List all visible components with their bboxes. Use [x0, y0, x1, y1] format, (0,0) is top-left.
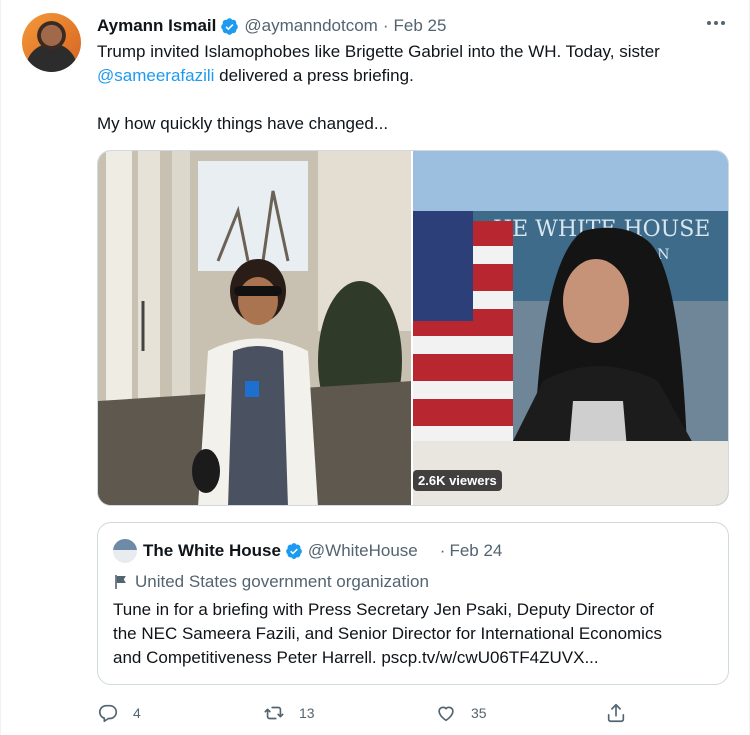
quoted-author-handle: @WhiteHouse	[307, 541, 418, 560]
viewers-badge: 2.6K viewers	[413, 470, 502, 491]
photo-press-briefing[interactable]: HE WHITE HOUSE NGTON 2.6K viewers	[413, 151, 728, 505]
tweet-text-line-2: @sameerafazili delivered a press briefin…	[97, 64, 737, 88]
government-label-text: United States government organization	[135, 572, 429, 591]
quoted-text-line-2: the NEC Sameera Fazili, and Senior Direc…	[113, 624, 662, 643]
quoted-author-avatar	[113, 539, 137, 563]
header-separator: ·	[382, 16, 389, 35]
retweet-count: 13	[299, 705, 315, 721]
author-avatar[interactable]	[22, 13, 81, 72]
retweet-icon	[264, 706, 284, 720]
quoted-header: The White House @WhiteHouse · Feb 24	[113, 539, 503, 563]
reply-count: 4	[133, 705, 141, 721]
like-count: 35	[471, 705, 487, 721]
quoted-tweet[interactable]: The White House @WhiteHouse · Feb 24 Uni…	[97, 522, 729, 685]
tweet-text: Trump invited Islamophobes like Brigette…	[97, 40, 737, 136]
quoted-author-name: The White House	[143, 541, 281, 560]
tweet-media: HE WHITE HOUSE NGTON 2.6K viewers	[97, 150, 729, 506]
reply-button[interactable]: 4	[97, 700, 141, 726]
tweet: Aymann Ismail @aymanndotcom · Feb 25 Tru…	[0, 0, 750, 735]
share-button[interactable]	[605, 700, 627, 726]
photo-white-house-portico[interactable]	[98, 151, 411, 505]
author-handle[interactable]: @aymanndotcom	[244, 16, 378, 36]
more-options-icon[interactable]	[701, 12, 731, 34]
tweet-header: Aymann Ismail @aymanndotcom · Feb 25	[97, 14, 446, 38]
quoted-text-line-3: and Competitiveness Peter Harrell. pscp.…	[113, 648, 599, 667]
tweet-actions: 4 13 35	[97, 700, 637, 726]
verified-badge-icon	[286, 543, 302, 559]
like-icon	[438, 706, 454, 722]
portico-illustration	[98, 151, 411, 505]
share-icon	[607, 703, 625, 723]
tweet-text-line-2-rest: delivered a press briefing.	[214, 66, 414, 85]
tweet-text-spacer	[97, 88, 737, 112]
quoted-separator: ·	[439, 541, 446, 560]
reply-icon	[98, 704, 118, 723]
quoted-text: Tune in for a briefing with Press Secret…	[113, 598, 718, 670]
tweet-text-line-3: My how quickly things have changed...	[97, 114, 389, 133]
author-name[interactable]: Aymann Ismail	[97, 16, 216, 36]
tweet-date[interactable]: Feb 25	[394, 16, 447, 36]
briefing-illustration: HE WHITE HOUSE NGTON	[413, 151, 728, 505]
mention-link[interactable]: @sameerafazili	[97, 66, 214, 85]
quoted-text-line-1: Tune in for a briefing with Press Secret…	[113, 600, 654, 619]
like-button[interactable]: 35	[435, 700, 487, 726]
tweet-text-line-1: Trump invited Islamophobes like Brigette…	[97, 42, 660, 61]
quoted-date: Feb 24	[449, 541, 503, 560]
government-label: United States government organization	[113, 571, 429, 593]
verified-badge-icon	[221, 17, 239, 35]
government-flag-icon	[115, 575, 126, 589]
retweet-button[interactable]: 13	[263, 700, 315, 726]
